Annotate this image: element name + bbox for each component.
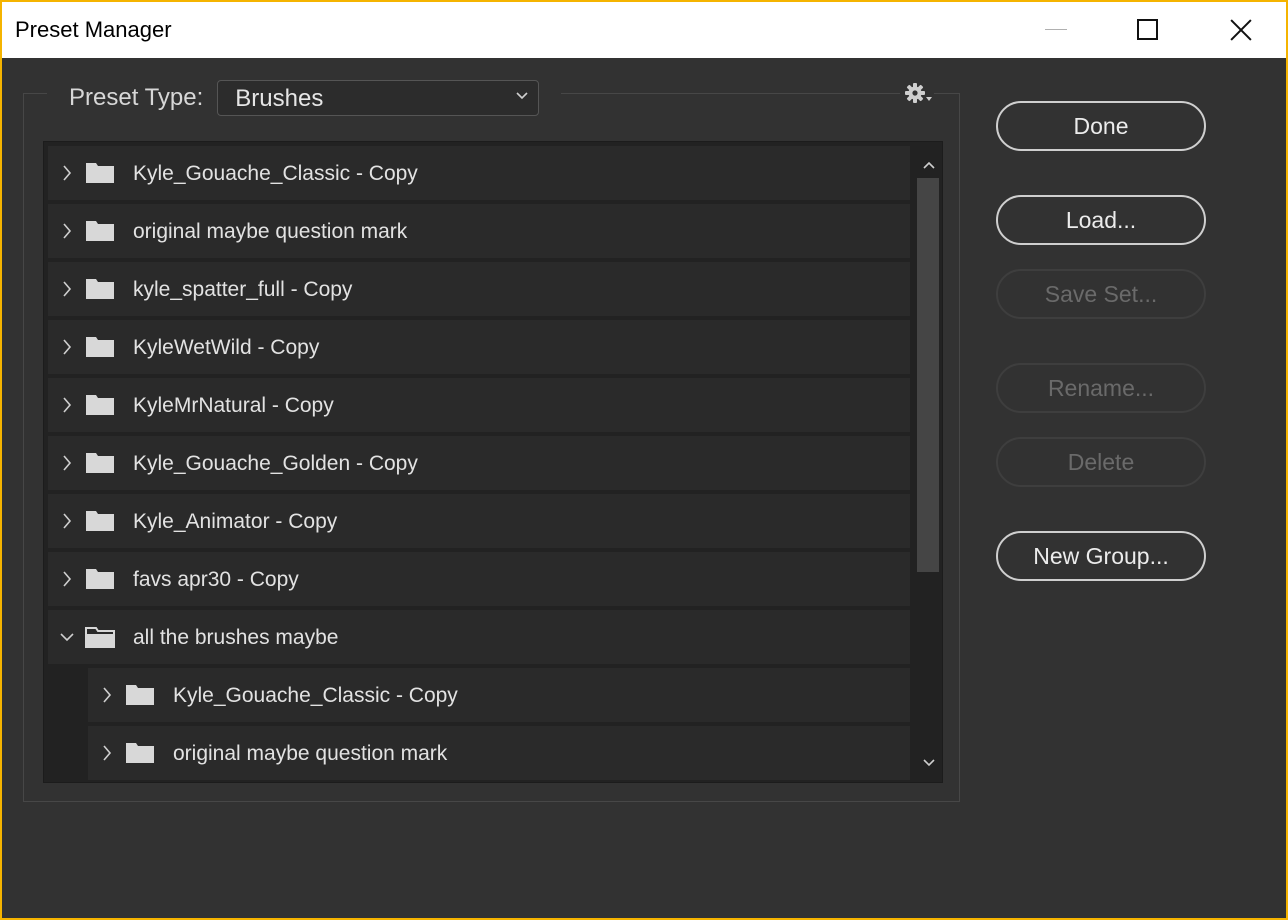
folder-icon (126, 685, 154, 705)
minimize-icon[interactable] (1010, 2, 1102, 58)
title-bar: Preset Manager (2, 2, 1286, 58)
list-item[interactable]: kyle_spatter_full - Copy (48, 262, 910, 316)
rename-button[interactable]: Rename... (996, 363, 1206, 413)
scroll-down-icon[interactable] (920, 756, 938, 770)
chevron-right-icon[interactable] (60, 222, 74, 240)
list-item[interactable]: KyleWetWild - Copy (48, 320, 910, 374)
list-item[interactable]: original maybe question mark (88, 726, 910, 780)
folder-icon (86, 453, 114, 473)
preset-type-label: Preset Type: (69, 84, 204, 111)
delete-button[interactable]: Delete (996, 437, 1206, 487)
list-item-label: kyle_spatter_full - Copy (133, 278, 353, 301)
list-item-label: original maybe question mark (173, 742, 448, 765)
load-button[interactable]: Load... (996, 195, 1206, 245)
chevron-right-icon[interactable] (60, 454, 74, 472)
preset-type-select[interactable]: Brushes (217, 80, 540, 116)
list-item[interactable]: all the brushes maybe (48, 610, 910, 664)
list-item[interactable]: original maybe question mark (48, 204, 910, 258)
list-item-label: Kyle_Gouache_Classic - Copy (173, 684, 458, 707)
window-title: Preset Manager (15, 17, 172, 42)
chevron-right-icon[interactable] (100, 744, 114, 762)
folder-icon (86, 221, 114, 241)
list-item-label: original maybe question mark (133, 220, 408, 243)
chevron-right-icon[interactable] (60, 338, 74, 356)
list-item-label: Kyle_Animator - Copy (133, 510, 338, 533)
list-item[interactable]: Kyle_Animator - Copy (48, 494, 910, 548)
folder-icon (126, 743, 154, 763)
preset-tree-list[interactable]: Kyle_Gouache_Classic - Copy original mayb… (43, 141, 943, 783)
preset-type-value: Brushes (235, 85, 324, 112)
list-item-label: KyleWetWild - Copy (133, 336, 320, 359)
folder-icon (86, 337, 114, 357)
folder-open-icon (85, 627, 115, 648)
chevron-right-icon[interactable] (60, 280, 74, 298)
folder-icon (86, 569, 114, 589)
new-group-button[interactable]: New Group... (996, 531, 1206, 581)
list-item[interactable]: favs apr30 - Copy (48, 552, 910, 606)
maximize-icon[interactable] (1102, 2, 1194, 58)
done-button[interactable]: Done (996, 101, 1206, 151)
list-item[interactable]: Kyle_Gouache_Golden - Copy (48, 436, 910, 490)
list-item[interactable]: Kyle_Gouache_Classic - Copy (48, 146, 910, 200)
list-item-label: Kyle_Gouache_Golden - Copy (133, 452, 418, 475)
list-item-label: KyleMrNatural - Copy (133, 394, 334, 417)
list-item-label: all the brushes maybe (133, 626, 339, 649)
folder-icon (86, 511, 114, 531)
list-item-label: Kyle_Gouache_Classic - Copy (133, 162, 418, 185)
chevron-down-icon (516, 92, 528, 100)
chevron-right-icon[interactable] (60, 164, 74, 182)
save-set-button[interactable]: Save Set... (996, 269, 1206, 319)
folder-icon (86, 279, 114, 299)
folder-icon (86, 395, 114, 415)
chevron-down-icon[interactable] (60, 628, 74, 646)
list-item-label: favs apr30 - Copy (133, 568, 299, 591)
close-icon[interactable] (1194, 2, 1286, 58)
list-item[interactable]: Kyle_Gouache_Classic - Copy (88, 668, 910, 722)
chevron-right-icon[interactable] (60, 570, 74, 588)
chevron-right-icon[interactable] (60, 396, 74, 414)
scrollbar-thumb[interactable] (917, 178, 939, 572)
chevron-right-icon[interactable] (100, 686, 114, 704)
gear-icon[interactable] (900, 80, 934, 108)
preset-type-bar: Preset Type: Brushes (47, 78, 562, 118)
chevron-right-icon[interactable] (60, 512, 74, 530)
scroll-up-icon[interactable] (920, 158, 938, 172)
list-item[interactable]: KyleMrNatural - Copy (48, 378, 910, 432)
folder-icon (86, 163, 114, 183)
